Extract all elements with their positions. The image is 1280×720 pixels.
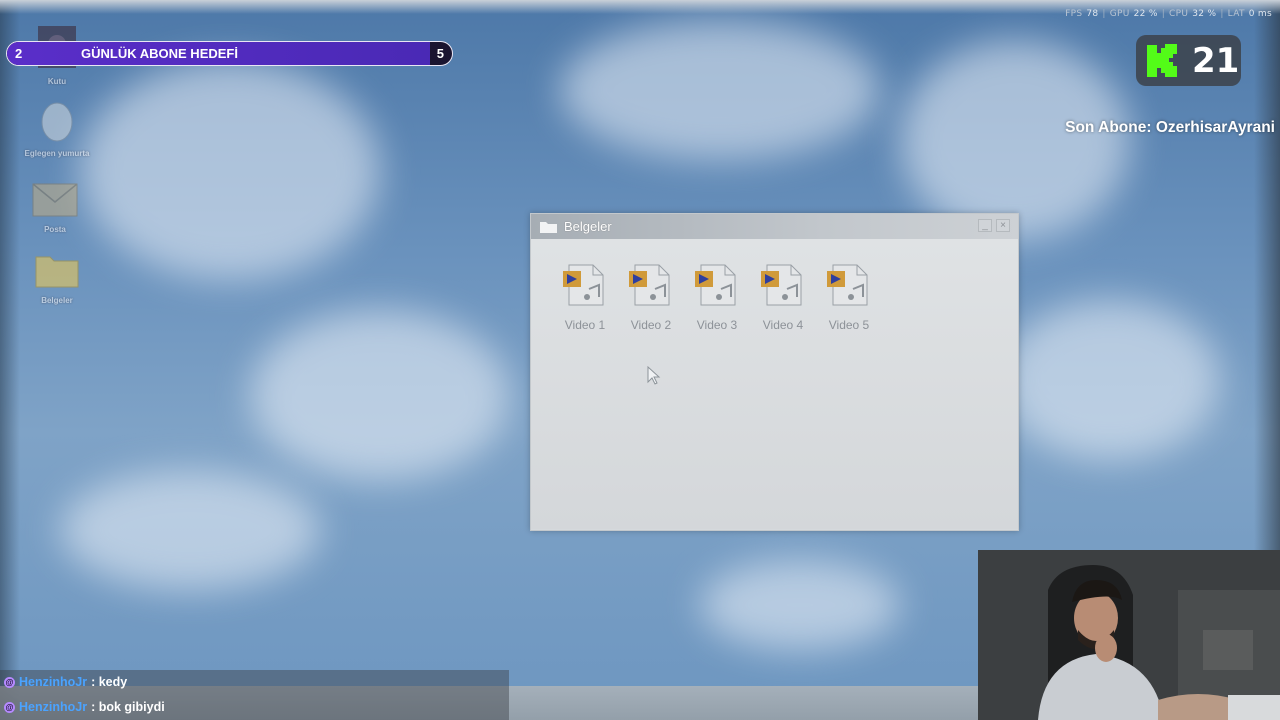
desktop-icon-label: Eglegen yumurta: [24, 149, 90, 158]
mouse-cursor-icon: [647, 366, 661, 385]
video-file-icon: [629, 264, 670, 306]
file-name: Video 2: [630, 318, 672, 332]
chat-username: HenzinhoJr: [19, 675, 88, 689]
chat-message: @ HenzinhoJr : kedy: [4, 675, 127, 689]
cpu-value: 32 %: [1192, 9, 1217, 19]
lat-label: LAT: [1227, 9, 1245, 19]
video-file-icon: [695, 264, 736, 306]
window-titlebar[interactable]: Belgeler _ ×: [531, 214, 1018, 239]
file-item-video-4[interactable]: Video 4: [753, 261, 813, 332]
chat-text: : bok gibiydi: [91, 700, 165, 714]
file-name: Video 5: [828, 318, 870, 332]
folder-icon: [540, 222, 557, 233]
streamer-camera-image: [978, 550, 1280, 720]
desktop-icon-label: Kutu: [47, 77, 67, 86]
chat-message: @ HenzinhoJr : bok gibiydi: [4, 700, 165, 714]
video-file-icon: [827, 264, 868, 306]
fps-value: 78: [1086, 9, 1099, 19]
chat-overlay: @ HenzinhoJr : kedy @ HenzinhoJr : bok g…: [0, 670, 509, 720]
cpu-label: CPU: [1169, 9, 1189, 19]
last-subscriber-text: Son Abone: OzerhisarAyrani: [1065, 119, 1275, 136]
desktop-icon-label: Posta: [44, 225, 66, 234]
mail-icon: [32, 183, 78, 217]
chat-badge-icon: @: [4, 701, 15, 713]
belgeler-window[interactable]: Belgeler _ × Video 1 Video 2 Video 3 Vid…: [530, 213, 1019, 531]
file-item-video-1[interactable]: Video 1: [555, 261, 615, 332]
gpu-label: GPU: [1109, 9, 1130, 19]
close-button[interactable]: ×: [996, 219, 1010, 232]
goal-current: 2: [15, 46, 23, 61]
egg-icon: [41, 102, 73, 142]
video-file-icon: [563, 264, 604, 306]
file-name: Video 1: [564, 318, 606, 332]
chat-text: : kedy: [91, 675, 128, 689]
kick-logo-icon: [1147, 43, 1177, 77]
minimize-button[interactable]: _: [978, 219, 992, 232]
subscriber-goal-bar: 2 5 GÜNLÜK ABONE HEDEFİ: [6, 41, 453, 66]
goal-target: 5: [436, 46, 444, 61]
kick-follower-badge: 21: [1136, 35, 1241, 86]
window-content: Video 1 Video 2 Video 3 Video 4 Video 5: [531, 239, 1018, 529]
file-item-video-5[interactable]: Video 5: [819, 261, 879, 332]
desktop-icon-label: Belgeler: [41, 296, 73, 305]
desktop-icon-posta[interactable]: Posta: [15, 182, 95, 234]
lat-value: 0 ms: [1248, 9, 1272, 19]
file-item-video-2[interactable]: Video 2: [621, 261, 681, 332]
folder-icon: [35, 256, 79, 288]
chat-badge-icon: @: [4, 676, 15, 688]
kick-follower-count: 21: [1192, 40, 1240, 81]
window-title: Belgeler: [564, 219, 612, 234]
desktop-icon-belgeler[interactable]: Belgeler: [17, 249, 97, 305]
file-name: Video 3: [696, 318, 738, 332]
file-name: Video 4: [762, 318, 804, 332]
file-item-video-3[interactable]: Video 3: [687, 261, 747, 332]
chat-username: HenzinhoJr: [19, 700, 88, 714]
desktop-icon-egg[interactable]: Eglegen yumurta: [17, 98, 97, 158]
video-file-icon: [761, 264, 802, 306]
webcam-feed: [978, 550, 1280, 720]
gpu-value: 22 %: [1133, 9, 1158, 19]
performance-stats: FPS 78 | GPU 22 % | CPU 32 % | LAT 0 ms: [1065, 9, 1272, 19]
fps-label: FPS: [1065, 9, 1083, 19]
